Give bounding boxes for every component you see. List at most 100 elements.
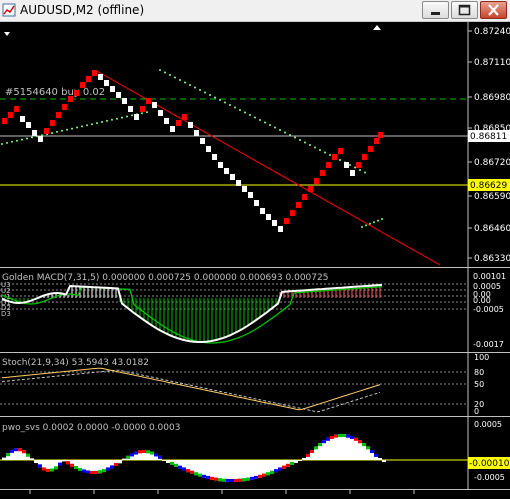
- pwo-bar-tip: [350, 435, 354, 439]
- pwo-bar-tip: [318, 443, 322, 447]
- trail-dot: [294, 136, 296, 139]
- stoch-tick-label: 100: [474, 353, 489, 362]
- macd-panel: Golden MACD(7,31,5) 0.000000 0.000725 0.…: [0, 268, 510, 353]
- pwo-bar: [350, 435, 354, 460]
- pwo-bar-tip: [206, 475, 210, 479]
- pwo-bar-tip: [370, 450, 374, 454]
- trail-dot: [111, 118, 113, 121]
- pwo-bar-tip: [354, 437, 358, 441]
- pwo-bar: [34, 460, 38, 464]
- pwo-axis: 0.0005 -0.0005: [474, 420, 505, 482]
- pwo-bar-tip: [14, 448, 18, 452]
- pwo-bar: [326, 437, 330, 460]
- trail-dot: [66, 128, 68, 131]
- pwo-panel: pwo_svs 0.0002 0.0000 -0.0000 0.0003 0.0…: [0, 417, 510, 490]
- pwo-bar: [238, 460, 242, 482]
- renko-brick: [296, 202, 301, 208]
- price-tick-label: 0.86460: [474, 224, 510, 234]
- pwo-bar-tip: [270, 470, 274, 474]
- macd-level-label: D3: [1, 310, 11, 318]
- close-button[interactable]: [480, 1, 507, 19]
- pwo-bar: [242, 460, 246, 482]
- trail-dot: [169, 74, 171, 76]
- trail-dot: [304, 141, 306, 144]
- pwo-bar-tip: [6, 453, 10, 457]
- renko-brick: [32, 130, 37, 136]
- pwo-bar-tip: [278, 467, 282, 471]
- trail-dot: [269, 124, 271, 126]
- renko-brick: [224, 168, 229, 174]
- price-tick-label: 0.86590: [474, 192, 510, 202]
- pwo-bar-tip: [86, 470, 90, 474]
- pwo-bar-tip: [70, 463, 74, 467]
- pwo-bar-tip: [330, 435, 334, 439]
- macd-tick-label: -0.0005: [473, 305, 504, 314]
- pwo-bar: [346, 434, 350, 460]
- pwo-bar-tip: [138, 450, 142, 454]
- renko-brick: [236, 180, 241, 186]
- pwo-bar-tip: [154, 453, 158, 457]
- minimize-button[interactable]: [422, 1, 449, 19]
- pwo-bar-tip: [334, 434, 338, 438]
- renko-brick: [278, 226, 283, 232]
- pwo-bar-tip: [150, 451, 154, 455]
- pwo-bar: [246, 460, 250, 481]
- pwo-value-tag: -0.00010: [468, 457, 510, 469]
- macd-tick-label: -0.0017: [473, 340, 504, 349]
- renko-brick: [152, 102, 157, 108]
- pwo-bar-tip: [174, 463, 178, 467]
- renko-brick: [2, 118, 7, 124]
- current-price-label: 0.86811: [470, 132, 507, 142]
- trail-dot: [254, 116, 256, 119]
- pwo-bar-tip: [58, 462, 62, 466]
- time-axis: [0, 490, 510, 499]
- pwo-bar-tip: [190, 470, 194, 474]
- trail-dot: [174, 76, 176, 79]
- maximize-button[interactable]: [451, 1, 478, 19]
- renko-brick: [146, 98, 151, 104]
- trail-dot: [61, 129, 63, 132]
- pwo-bar-tip: [230, 479, 234, 482]
- trail-dot: [284, 131, 286, 134]
- chart-window-icon: [2, 3, 16, 17]
- pwo-bar-tip: [42, 467, 46, 471]
- pwo-bar: [226, 460, 230, 482]
- stoch-tick-label: 0: [474, 407, 479, 416]
- renko-brick: [170, 126, 175, 132]
- renko-brick: [254, 200, 259, 206]
- trail-dot: [106, 119, 108, 122]
- pwo-bar: [62, 460, 66, 462]
- pwo-bar-tip: [266, 472, 270, 476]
- trail-dot: [16, 139, 18, 142]
- renko-brick: [260, 208, 265, 214]
- chart-area[interactable]: 0.872400.871100.869800.868500.867200.865…: [0, 22, 510, 499]
- renko-brick: [188, 122, 193, 128]
- pwo-bar-tip: [374, 453, 378, 457]
- macd-tick-label: 0.00: [473, 296, 491, 305]
- trail-dot: [214, 96, 216, 99]
- pwo-bar-tip: [258, 474, 262, 478]
- renko-brick: [116, 92, 121, 98]
- renko-brick: [44, 128, 49, 134]
- trail-dot: [244, 111, 246, 114]
- price-tick-label: 0.86720: [474, 158, 510, 168]
- pwo-bar-tip: [254, 475, 258, 479]
- renko-brick: [122, 98, 127, 104]
- renko-brick: [68, 96, 73, 102]
- pwo-bar-tip: [282, 465, 286, 469]
- pwo-bar: [214, 460, 218, 481]
- pwo-bar: [334, 434, 338, 460]
- trail-dot: [259, 119, 261, 121]
- pwo-bar-tip: [326, 437, 330, 441]
- trail-dot: [309, 144, 311, 146]
- renko-brick: [326, 162, 331, 168]
- pwo-bar-tip: [362, 443, 366, 447]
- pwo-bar-tip: [26, 453, 30, 457]
- trail-dot: [164, 71, 166, 74]
- price-tick-label: 0.87110: [474, 58, 510, 68]
- renko-brick: [320, 170, 325, 176]
- trail-dot: [86, 124, 88, 127]
- pwo-bar-tip: [106, 467, 110, 471]
- pwo-bar-tip: [50, 468, 54, 472]
- trail-dot: [224, 101, 226, 104]
